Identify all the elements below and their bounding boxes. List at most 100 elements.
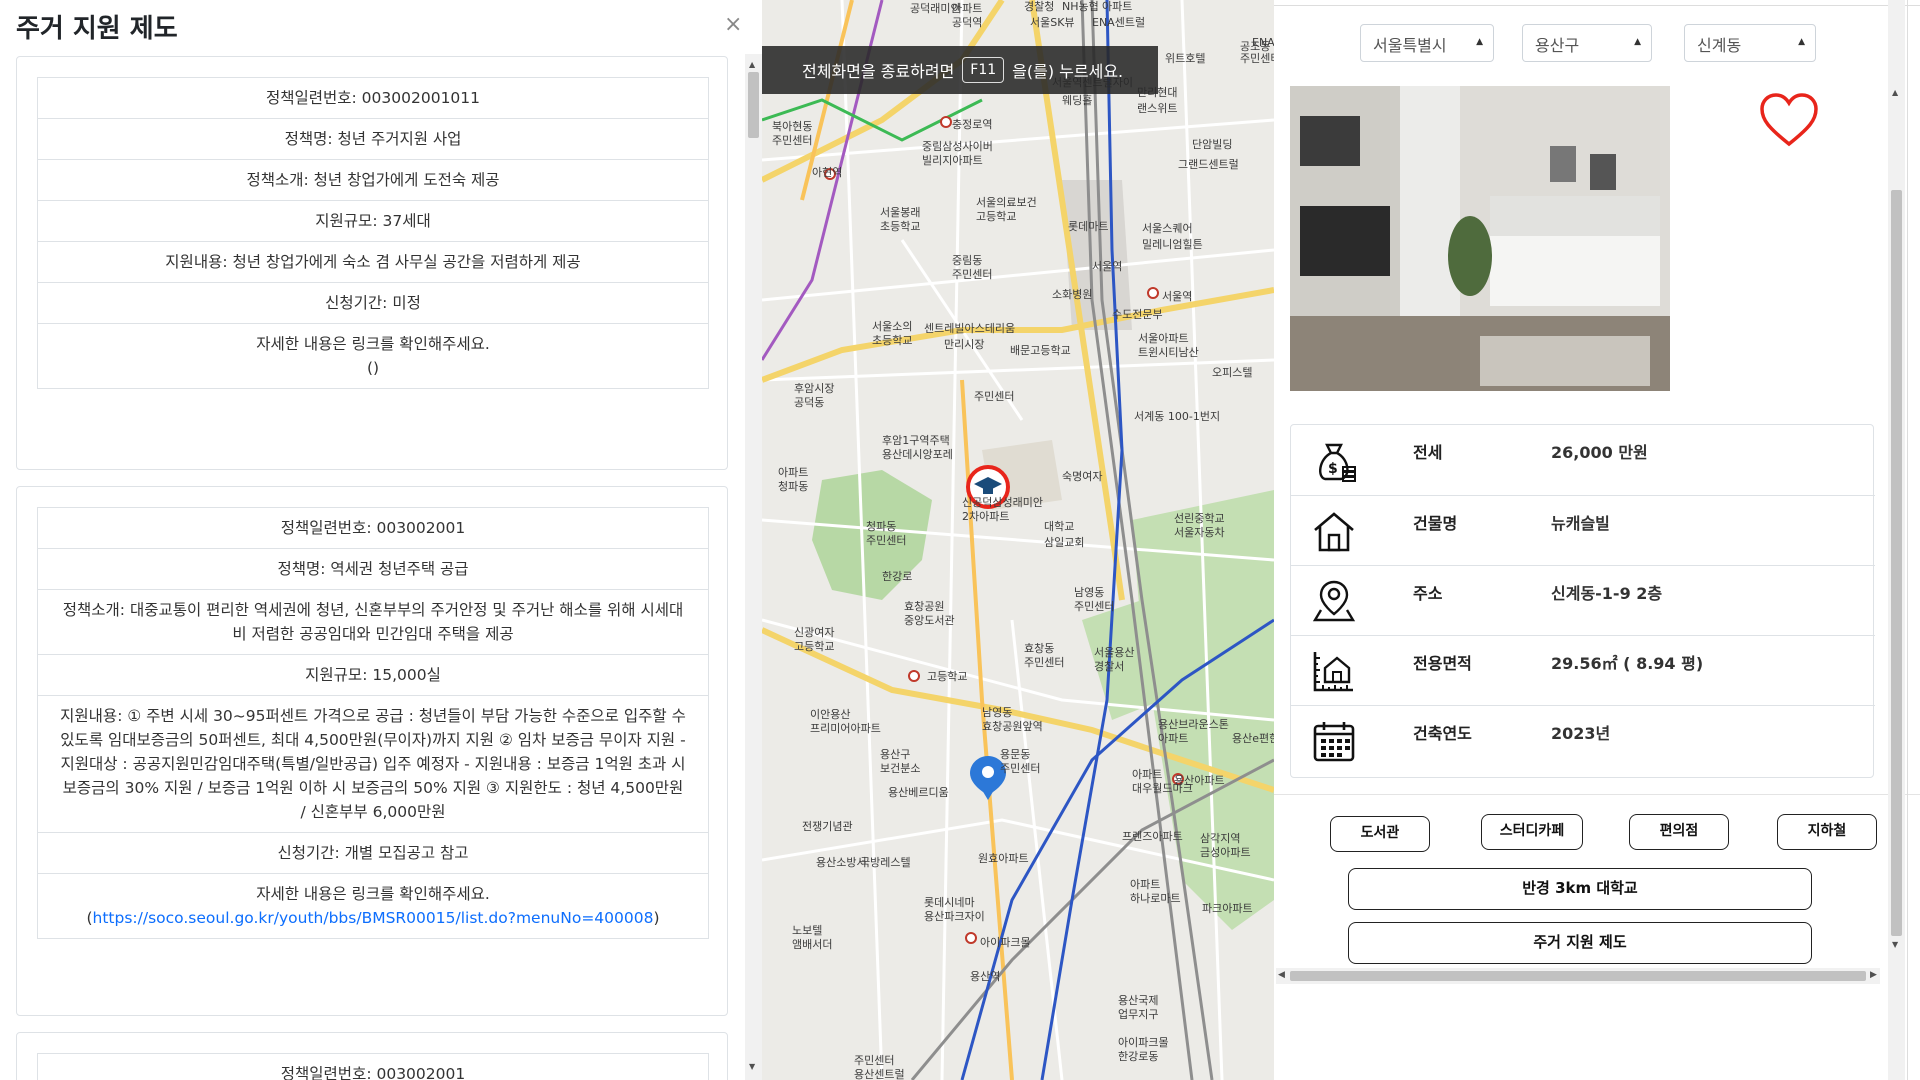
policy-period: 신청기간: 미정 (38, 282, 708, 323)
map-place-label: 단암빌딩 (1192, 138, 1232, 151)
panel-scrollbar[interactable]: ▲ ▼ (745, 54, 762, 1080)
fullscreen-notice: 전체화면을 종료하려면 F11 을(를) 누르세요. (762, 46, 1158, 94)
map-place-label: 서울역 (1092, 260, 1122, 273)
policy-content: 지원내용: 청년 창업가에게 숙소 겸 사무실 공간을 저렴하게 제공 (38, 241, 708, 282)
map-place-label: 신광여자 (794, 626, 834, 639)
map-place-label: 앰배서더 (792, 938, 832, 951)
map-place-label: 소화병원 (1052, 288, 1092, 301)
map-place-label: 경찰청 (1024, 0, 1054, 13)
map-place-label: 고등학교 (794, 640, 834, 653)
policy-table: 정책일련번호: 003002001 (37, 1053, 709, 1080)
policy-more: 자세한 내용은 링크를 확인해주세요. () (38, 323, 708, 388)
scrollbar-thumb[interactable] (1290, 971, 1866, 981)
district-select[interactable]: 용산구 ▲ (1522, 24, 1652, 62)
year-label: 건축연도 (1413, 724, 1472, 743)
library-button[interactable]: 도서관 (1330, 816, 1430, 852)
svg-text:$: $ (1328, 461, 1338, 477)
scroll-left-icon[interactable]: ◀ (1278, 970, 1285, 980)
building-value: 뉴캐슬빌 (1551, 514, 1610, 533)
map-place-label: 밀레니엄힐튼 (1142, 238, 1203, 251)
favorite-heart-icon[interactable] (1759, 92, 1819, 148)
policy-card: 정책일련번호: 003002001 (16, 1032, 728, 1080)
policy-serial: 정책일련번호: 003002001011 (265, 89, 481, 107)
map-place-label: 공덕동 (794, 396, 824, 409)
map-place-label: 서울아파트 (1138, 332, 1189, 345)
map-place-label: 삼각지역 (1200, 832, 1240, 845)
map-place-label: 위트호텔 (1165, 52, 1205, 65)
map-place-label: 아이파크몰 (980, 936, 1031, 949)
study-cafe-button[interactable]: 스터디카페 (1481, 814, 1583, 850)
horizontal-scrollbar[interactable]: ◀ ▶ (1276, 968, 1880, 984)
map-place-label: 센트레빌아스테리움 (924, 322, 1015, 335)
map-place-label: 원효아파트 (978, 852, 1029, 865)
university-radius-button[interactable]: 반경 3km 대학교 (1348, 868, 1812, 910)
map-place-label: 주민센터 (772, 134, 812, 147)
map-place-label: 청파동 (778, 480, 808, 493)
map-place-label: 아파트 (952, 2, 982, 15)
convenience-store-button[interactable]: 편의점 (1629, 814, 1729, 850)
map-place-label: 아파트 (1132, 768, 1162, 781)
map-place-label: 전쟁기념관 (802, 820, 853, 833)
select-arrow-icon: ▲ (1634, 37, 1641, 47)
area-value: 29.56㎡ ( 8.94 평) (1551, 654, 1704, 673)
map-place-label: 경찰서 (1094, 660, 1124, 673)
map-place-label: 한강로 (882, 570, 912, 583)
map-place-label: ENA센트럴 (1092, 16, 1145, 29)
map-place-label: 용산e편한세상 (1232, 732, 1274, 745)
city-select-value: 서울특별시 (1373, 36, 1447, 55)
map-place-label: 2차아파트 (962, 510, 1009, 523)
scrollbar-thumb[interactable] (1891, 190, 1902, 936)
map-place-label: 주민센터 (1000, 762, 1040, 775)
map-place-label: 중림삼성사이버 (922, 140, 993, 153)
scroll-down-icon[interactable]: ▼ (749, 1062, 755, 1071)
policy-card: 정책일련번호: 003002001 정책명: 역세권 청년주택 공급 정책소개:… (16, 486, 728, 1016)
location-pin-icon (1312, 580, 1356, 622)
map-place-label: 아현역 (812, 166, 842, 179)
scroll-down-icon[interactable]: ▼ (1892, 940, 1898, 949)
map-place-label: 고등학교 (976, 210, 1016, 223)
area-label: 전용면적 (1413, 654, 1472, 673)
close-icon[interactable]: × (724, 12, 742, 37)
map-view[interactable]: 경찰청 NH농협 아파트 공덕래미안 아파트 서울SK뷰 공덕역 ENA센트럴 공조동 ENA 주민… (762, 0, 1274, 1080)
map-place-label: 보건분소 (880, 762, 920, 775)
map-place-label: 남영동 (982, 706, 1012, 719)
map-place-label: 대학교 (1044, 520, 1074, 533)
policy-serial: 정책일련번호: 003002001 (280, 1065, 466, 1080)
subway-button[interactable]: 지하철 (1777, 814, 1877, 850)
map-place-label: 효창공원 (904, 600, 944, 613)
map-place-label: 고등학교 (927, 670, 967, 683)
map-place-label: 수도전문부 (1112, 308, 1163, 321)
map-place-label: NH농협 (1062, 0, 1099, 13)
scroll-up-icon[interactable]: ▲ (1892, 88, 1898, 97)
map-place-label: 숙명여자 (1062, 470, 1102, 483)
map-place-label: 프렌즈아파트 (1122, 830, 1183, 843)
map-place-label: 중림동 (952, 254, 982, 267)
f11-key: F11 (962, 57, 1005, 83)
vertical-scrollbar[interactable]: ▲ ▼ (1888, 0, 1905, 1080)
scroll-right-icon[interactable]: ▶ (1870, 970, 1877, 980)
policy-scale: 지원규모: 15,000실 (38, 654, 708, 695)
city-select[interactable]: 서울특별시 ▲ (1360, 24, 1494, 62)
paren-close: ) (653, 909, 660, 927)
dong-select[interactable]: 신계동 ▲ (1684, 24, 1816, 62)
notice-text-after: 을(를) 누르세요. (1012, 62, 1124, 81)
map-place-label: 국방레스텔 (860, 856, 911, 869)
map-place-label: 서울용산 (1094, 646, 1134, 659)
map-place-label: 공덕역 (952, 16, 982, 29)
map-place-label: 프리미어아파트 (810, 722, 881, 735)
map-place-label: 주민센터 (1240, 52, 1274, 65)
scrollbar-thumb[interactable] (748, 72, 759, 138)
address-label: 주소 (1413, 584, 1443, 603)
map-place-label: 중앙도서관 (904, 614, 955, 627)
room-image (1290, 86, 1670, 391)
info-row-price: $ 전세 26,000 만원 (1291, 425, 1875, 495)
policy-link[interactable]: https://soco.seoul.go.kr/youth/bbs/BMSR0… (93, 909, 654, 927)
map-canvas[interactable]: 경찰청 NH농협 아파트공덕래미안아파트서울SK뷰공덕역 ENA센트럴공조동ENA주민… (762, 0, 1274, 1080)
map-place-label: 효창공원앞역 (982, 720, 1043, 733)
map-place-label: 업무지구 (1118, 1008, 1158, 1021)
select-arrow-icon: ▲ (1798, 37, 1805, 47)
map-place-label: 롯데마트 (1068, 220, 1108, 233)
policy-intro: 정책소개: 청년 창업가에게 도전숙 제공 (38, 159, 708, 200)
housing-support-button[interactable]: 주거 지원 제도 (1348, 922, 1812, 964)
scroll-up-icon[interactable]: ▲ (749, 60, 755, 69)
